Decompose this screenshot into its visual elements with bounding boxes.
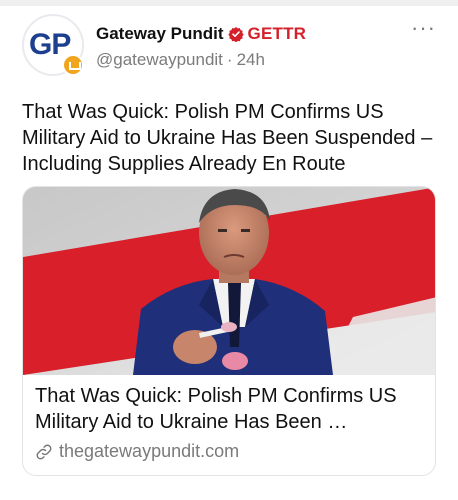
crown-badge-icon <box>62 54 84 76</box>
meta-separator: · <box>226 50 233 69</box>
more-dots-icon[interactable]: ··· <box>411 17 436 39</box>
card-domain: thegatewaypundit.com <box>59 441 240 461</box>
author-name[interactable]: Gateway Pundit <box>96 24 224 44</box>
card-title[interactable]: That Was Quick: Polish PM Confirms US Mi… <box>35 383 427 435</box>
handle-row: @gatewaypundit · 24h <box>96 48 265 72</box>
author-handle[interactable]: @gatewaypundit <box>96 50 223 70</box>
avatar-monogram: GP <box>29 28 71 61</box>
card-image[interactable] <box>23 187 435 375</box>
post-text: That Was Quick: Polish PM Confirms US Mi… <box>22 101 433 175</box>
link-preview-card[interactable]: That Was Quick: Polish PM Confirms US Mi… <box>22 186 436 476</box>
verified-check-icon <box>227 27 244 42</box>
post-time[interactable]: 24h <box>237 50 265 70</box>
network-label: GETTR <box>247 24 307 43</box>
avatar[interactable]: GP <box>22 14 84 76</box>
top-divider <box>0 0 458 6</box>
card-domain-link[interactable]: thegatewaypundit.com <box>35 441 239 462</box>
author-row: Gateway Pundit GETTR <box>96 22 306 46</box>
card-photo-illustration <box>23 187 435 375</box>
link-icon <box>36 444 52 459</box>
